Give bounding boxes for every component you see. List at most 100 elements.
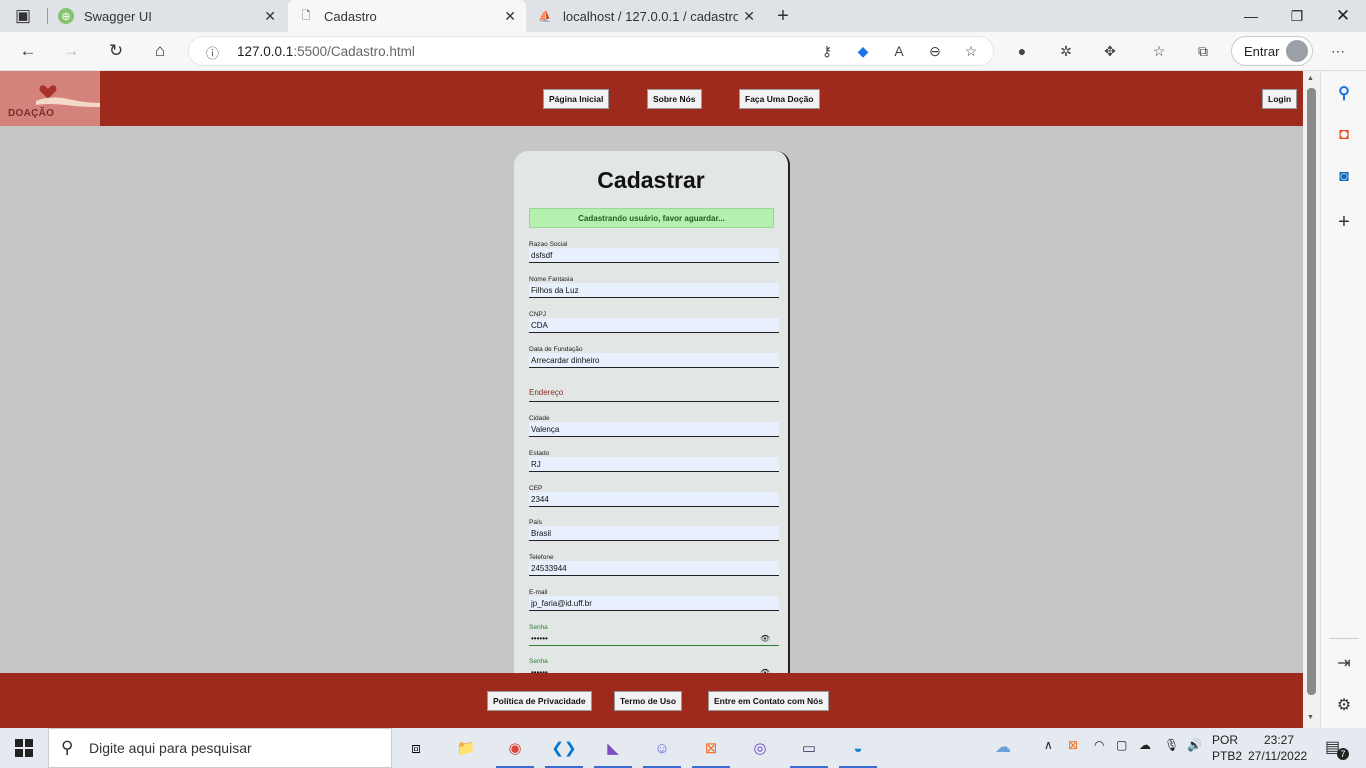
- field-label: Senha: [529, 624, 548, 631]
- site-logo[interactable]: DOAÇÃO: [0, 71, 100, 126]
- new-tab-button[interactable]: +: [770, 4, 796, 28]
- address-bar[interactable]: ⓘ 127.0.0.1:5500/Cadastro.html ⚷ ◆ A ⊖ ☆: [188, 36, 994, 66]
- data-fundacao-input[interactable]: [529, 353, 779, 368]
- refresh-button[interactable]: ↻: [103, 39, 129, 63]
- volume-icon[interactable]: 🔊: [1187, 738, 1202, 752]
- extensions-icon[interactable]: ✥: [1099, 40, 1121, 62]
- task-view-icon[interactable]: ⧈: [402, 734, 430, 762]
- collections-icon[interactable]: ⧉: [1192, 40, 1214, 62]
- add-favorite-icon[interactable]: ☆: [960, 40, 982, 62]
- tab-actions-icon[interactable]: ▣: [10, 4, 36, 28]
- tab-phpmyadmin[interactable]: ⛵ localhost / 127.0.0.1 / cadastrosc ✕: [527, 0, 765, 32]
- onedrive-icon[interactable]: ☁: [1139, 738, 1151, 752]
- weather-icon[interactable]: ☁: [995, 737, 1011, 757]
- clock-date[interactable]: 27/11/2022: [1248, 749, 1307, 763]
- scroll-down-icon[interactable]: ▼: [1307, 714, 1314, 721]
- show-password-icon[interactable]: 👁: [760, 634, 770, 643]
- nav-home-button[interactable]: Página Inicial: [543, 89, 610, 109]
- info-icon[interactable]: ⓘ: [206, 43, 219, 62]
- back-button[interactable]: ←: [15, 39, 41, 63]
- field-label: Telefone: [529, 554, 554, 561]
- coupon-icon[interactable]: ◆: [852, 40, 874, 62]
- email-input[interactable]: [529, 596, 779, 611]
- tab-swagger[interactable]: ⊕ Swagger UI ✕: [48, 0, 286, 32]
- field-label: Razao Social: [529, 241, 568, 248]
- clock-time[interactable]: 23:27: [1264, 733, 1294, 747]
- xampp-tray-icon[interactable]: ⊠: [1068, 738, 1078, 752]
- cnpj-input[interactable]: [529, 318, 779, 333]
- home-button[interactable]: ⌂: [147, 39, 173, 63]
- settings-gear-icon[interactable]: ⚙: [1332, 693, 1356, 717]
- terms-button[interactable]: Termo de Uso: [614, 691, 683, 711]
- sign-in-button[interactable]: Entrar: [1231, 36, 1313, 66]
- url-text[interactable]: 127.0.0.1:5500/Cadastro.html: [237, 44, 415, 59]
- nav-donate-button[interactable]: Faça Uma Doção: [739, 89, 820, 109]
- forward-button[interactable]: →: [58, 39, 84, 63]
- github-desktop-icon[interactable]: ◎: [746, 734, 774, 762]
- discord-icon[interactable]: ☺: [648, 734, 676, 762]
- minimize-button[interactable]: —: [1228, 4, 1274, 28]
- field-label: Nome Fantasia: [529, 276, 574, 283]
- restore-button[interactable]: ❐: [1274, 4, 1320, 28]
- scroll-thumb[interactable]: [1307, 88, 1316, 695]
- chrome-icon[interactable]: ◉: [501, 734, 529, 762]
- close-tab-icon[interactable]: ✕: [264, 8, 276, 25]
- field-label: CEP: [529, 485, 543, 492]
- register-card: Cadastrar Cadastrando usuário, favor agu…: [514, 151, 790, 711]
- scroll-up-icon[interactable]: ▲: [1307, 75, 1314, 82]
- pais-input[interactable]: [529, 526, 779, 541]
- more-menu-icon[interactable]: ⋯: [1327, 40, 1349, 62]
- tab-cadastro[interactable]: 🗋 Cadastro ✕: [288, 0, 526, 32]
- windows-taskbar: ⚲ Digite aqui para pesquisar ⧈ 📁 ◉ ❮❯ ◣ …: [0, 728, 1366, 768]
- tab-title: Cadastro: [324, 8, 377, 24]
- xampp-icon[interactable]: ⊠: [697, 734, 725, 762]
- keyboard-layout[interactable]: PTB2: [1212, 749, 1242, 763]
- cidade-input[interactable]: [529, 422, 779, 437]
- field-label: Data de Fundação: [529, 346, 583, 353]
- close-tab-icon[interactable]: ✕: [504, 8, 516, 25]
- form-title: Cadastrar: [597, 167, 705, 193]
- privacy-policy-button[interactable]: Política de Privacidade: [487, 691, 592, 711]
- close-window-button[interactable]: ✕: [1320, 4, 1366, 28]
- search-icon[interactable]: ⚲: [1332, 81, 1356, 105]
- nome-fantasia-input[interactable]: [529, 283, 779, 298]
- telefone-input[interactable]: [529, 561, 779, 576]
- password-input[interactable]: [529, 631, 779, 646]
- contact-button[interactable]: Entre em Contato com Nós: [708, 691, 830, 711]
- outlook-icon[interactable]: ◙: [1332, 165, 1356, 189]
- add-sidebar-app-icon[interactable]: +: [1332, 210, 1356, 234]
- show-hidden-icons-icon[interactable]: ∧: [1044, 738, 1053, 752]
- network-icon[interactable]: ◠: [1094, 738, 1104, 752]
- device-icon[interactable]: ▢: [1116, 738, 1127, 752]
- nav-about-button[interactable]: Sobre Nós: [647, 89, 702, 109]
- status-message: Cadastrando usuário, favor aguardar...: [529, 208, 774, 228]
- close-tab-icon[interactable]: ✕: [743, 8, 755, 25]
- visual-studio-icon[interactable]: ◣: [599, 734, 627, 762]
- estado-input[interactable]: [529, 457, 779, 472]
- key-icon[interactable]: ⚷: [816, 40, 838, 62]
- field-label: Cidade: [529, 415, 550, 422]
- extension-bug-icon[interactable]: ✲: [1055, 40, 1077, 62]
- razao-social-input[interactable]: [529, 248, 779, 263]
- file-explorer-icon[interactable]: 📁: [452, 734, 480, 762]
- vscode-icon[interactable]: ❮❯: [550, 734, 578, 762]
- edge-icon[interactable]: ◒: [844, 734, 872, 762]
- terminal-icon[interactable]: ▭: [795, 734, 823, 762]
- zoom-out-icon[interactable]: ⊖: [924, 40, 946, 62]
- microphone-icon[interactable]: 🎙: [1164, 738, 1179, 752]
- login-button[interactable]: Login: [1262, 89, 1298, 109]
- notification-count-badge: 7: [1337, 748, 1349, 760]
- field-label: CNPJ: [529, 311, 546, 318]
- language-indicator[interactable]: POR: [1212, 733, 1238, 747]
- taskbar-search[interactable]: ⚲ Digite aqui para pesquisar: [48, 728, 392, 768]
- hide-sidebar-icon[interactable]: ⇥: [1332, 651, 1356, 675]
- page-scrollbar[interactable]: ▲ ▼: [1303, 71, 1320, 728]
- favorites-icon[interactable]: ☆: [1148, 40, 1170, 62]
- extension-profile-icon[interactable]: ●: [1011, 40, 1033, 62]
- start-button[interactable]: [0, 728, 48, 768]
- sign-in-label: Entrar: [1244, 43, 1280, 59]
- page-content: DOAÇÃO Página Inicial Sobre Nós Faça Uma…: [0, 71, 1303, 728]
- read-aloud-icon[interactable]: A: [888, 40, 910, 62]
- office-icon[interactable]: ◘: [1332, 123, 1356, 147]
- cep-input[interactable]: [529, 492, 779, 507]
